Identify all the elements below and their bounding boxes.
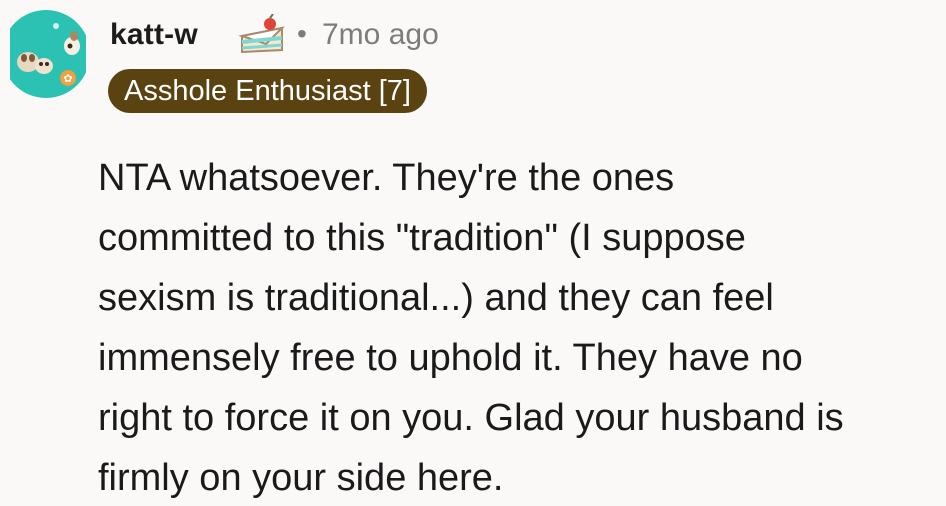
comment-body-line: immensely free to uphold it. They have n… <box>98 337 803 379</box>
comment-body-line: committed to this "tradition" (I suppose <box>98 217 746 259</box>
cartoon-animals-avatar-icon: ✿ <box>10 10 86 98</box>
meta-separator: • <box>297 18 307 49</box>
cake-slice-icon <box>236 13 292 58</box>
timestamp[interactable]: 7mo ago <box>322 18 439 52</box>
username[interactable]: katt-w <box>110 18 198 52</box>
svg-text:✿: ✿ <box>63 72 72 85</box>
comment-body-line: sexism is traditional...) and they can f… <box>98 277 774 319</box>
comment-body-line: NTA whatsoever. They're the ones <box>98 157 675 199</box>
avatar[interactable]: ✿ <box>10 6 86 102</box>
comment-body-line: right to force it on you. Glad your husb… <box>98 397 844 439</box>
user-flair-badge: Asshole Enthusiast [7] <box>108 69 427 113</box>
comment: ✿ katt-w • 7mo ago Asshole Enthusiast [7… <box>0 0 946 506</box>
comment-body: NTA whatsoever. They're the ones committ… <box>98 148 938 506</box>
comment-body-line: firmly on your side here. <box>98 457 504 499</box>
